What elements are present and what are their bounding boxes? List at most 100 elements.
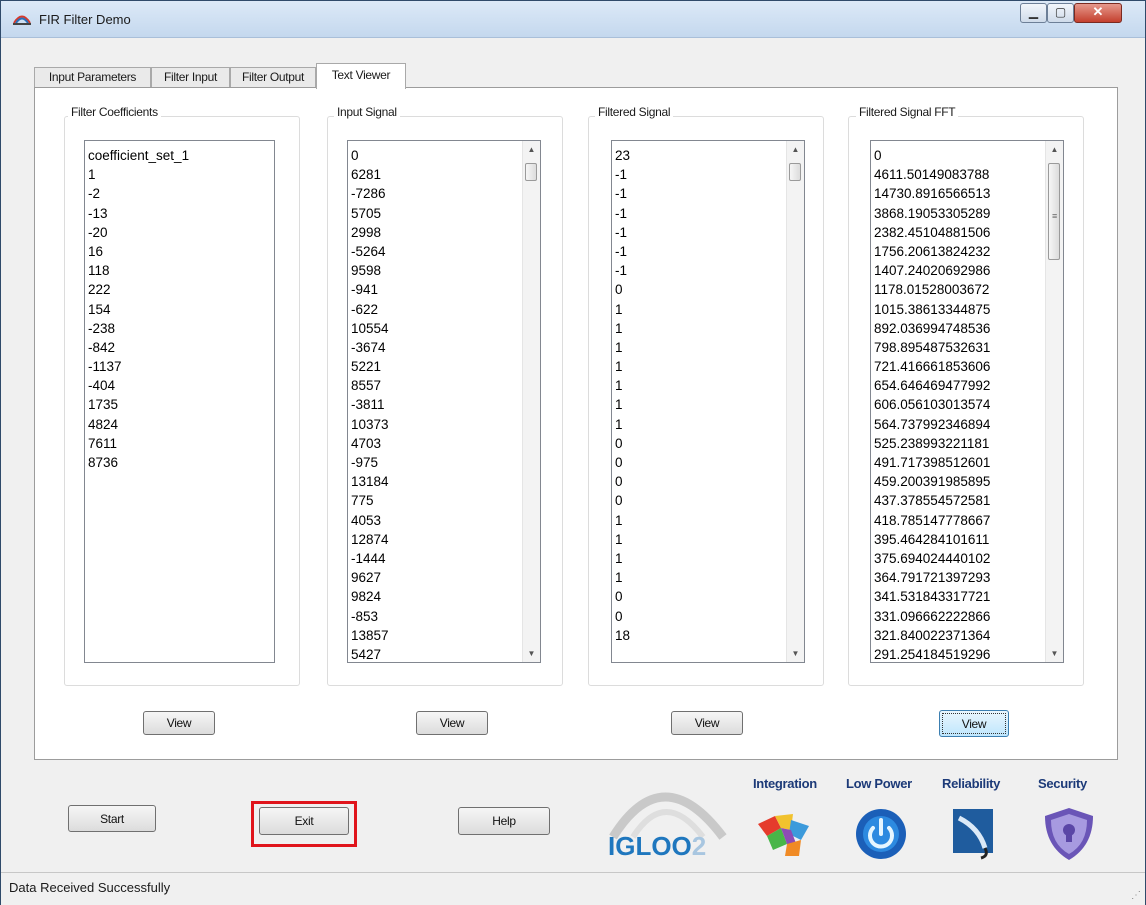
list-item[interactable]: -842 — [88, 338, 254, 357]
list-item[interactable]: 9824 — [351, 587, 520, 606]
list-item[interactable]: -1 — [615, 165, 784, 184]
tab-filter-output[interactable]: Filter Output — [230, 67, 316, 88]
list-item[interactable]: -13 — [88, 204, 254, 223]
list-item[interactable]: -238 — [88, 319, 254, 338]
list-item[interactable]: 23 — [615, 146, 784, 165]
list-item[interactable]: 1 — [88, 165, 254, 184]
list-item[interactable]: 1 — [615, 395, 784, 414]
list-item[interactable]: 4053 — [351, 511, 520, 530]
list-item[interactable]: -853 — [351, 607, 520, 626]
list-item[interactable]: 154 — [88, 300, 254, 319]
list-item[interactable]: -1 — [615, 184, 784, 203]
view-coefficients-button[interactable]: View — [143, 711, 215, 735]
list-item[interactable]: 459.200391985895 — [874, 472, 1043, 491]
list-item[interactable]: 1 — [615, 300, 784, 319]
maximize-button[interactable]: ▢ — [1047, 3, 1074, 23]
list-item[interactable]: 1 — [615, 338, 784, 357]
list-item[interactable]: -975 — [351, 453, 520, 472]
minimize-button[interactable]: ▁ — [1020, 3, 1047, 23]
list-item[interactable]: 0 — [615, 607, 784, 626]
list-item[interactable]: 0 — [615, 434, 784, 453]
list-item[interactable]: 721.416661853606 — [874, 357, 1043, 376]
list-item[interactable]: 1 — [615, 319, 784, 338]
list-item[interactable]: 222 — [88, 280, 254, 299]
list-item[interactable]: 775 — [351, 491, 520, 510]
list-item[interactable]: -3674 — [351, 338, 520, 357]
list-item[interactable]: 375.694024440102 — [874, 549, 1043, 568]
list-item[interactable]: 8736 — [88, 453, 254, 472]
list-item[interactable]: 5221 — [351, 357, 520, 376]
list-item[interactable]: 5427 — [351, 645, 520, 662]
list-item[interactable]: 1 — [615, 415, 784, 434]
list-item[interactable]: 4824 — [88, 415, 254, 434]
list-item[interactable]: -5264 — [351, 242, 520, 261]
list-item[interactable]: 892.036994748536 — [874, 319, 1043, 338]
list-item[interactable]: -404 — [88, 376, 254, 395]
list-item[interactable]: 8557 — [351, 376, 520, 395]
list-item[interactable]: coefficient_set_1 — [88, 146, 254, 165]
view-filtered-signal-button[interactable]: View — [671, 711, 743, 735]
scroll-thumb[interactable] — [525, 163, 537, 181]
list-item[interactable]: 1 — [615, 568, 784, 587]
list-item[interactable]: 395.464284101611 — [874, 530, 1043, 549]
list-item[interactable]: 1735 — [88, 395, 254, 414]
scroll-down-icon[interactable]: ▼ — [1046, 645, 1063, 662]
view-input-signal-button[interactable]: View — [416, 711, 488, 735]
scroll-up-icon[interactable]: ▲ — [523, 141, 540, 158]
list-item[interactable]: 1407.24020692986 — [874, 261, 1043, 280]
list-item[interactable]: 10554 — [351, 319, 520, 338]
filter-coefficients-list[interactable]: coefficient_set_1 1 -2 -13 -20 16 118 222 154 -23… — [84, 140, 275, 663]
list-item[interactable]: 0 — [615, 280, 784, 299]
list-item[interactable]: 0 — [615, 491, 784, 510]
help-button[interactable]: Help — [458, 807, 550, 835]
list-item[interactable]: 606.056103013574 — [874, 395, 1043, 414]
list-item[interactable]: 118 — [88, 261, 254, 280]
close-button[interactable]: ✕ — [1074, 3, 1122, 23]
list-item[interactable]: 0 — [615, 472, 784, 491]
list-item[interactable]: 0 — [615, 453, 784, 472]
list-item[interactable]: 1 — [615, 357, 784, 376]
list-item[interactable]: -941 — [351, 280, 520, 299]
list-item[interactable]: 364.791721397293 — [874, 568, 1043, 587]
list-item[interactable]: -1137 — [88, 357, 254, 376]
scroll-thumb[interactable] — [789, 163, 801, 181]
list-item[interactable]: 18 — [615, 626, 784, 645]
list-item[interactable]: 1 — [615, 530, 784, 549]
filtered-fft-scrollbar[interactable]: ▲ ≡ ▼ — [1045, 141, 1063, 662]
list-item[interactable]: 564.737992346894 — [874, 415, 1043, 434]
list-item[interactable]: 1 — [615, 376, 784, 395]
list-item[interactable]: 4611.50149083788 — [874, 165, 1043, 184]
list-item[interactable]: 9627 — [351, 568, 520, 587]
scroll-thumb[interactable]: ≡ — [1048, 163, 1060, 260]
list-item[interactable]: 4703 — [351, 434, 520, 453]
filtered-signal-list[interactable]: 23 -1 -1 -1 -1 -1 -1 0 1 1 1 1 1 1 1 0 0 0 0 1 1 1 1 0 0 18 ▲ ▼ — [611, 140, 805, 663]
list-item[interactable]: 9598 — [351, 261, 520, 280]
list-item[interactable]: 0 — [351, 146, 520, 165]
list-item[interactable]: 12874 — [351, 530, 520, 549]
list-item[interactable]: 437.378554572581 — [874, 491, 1043, 510]
scroll-up-icon[interactable]: ▲ — [1046, 141, 1063, 158]
list-item[interactable]: 798.895487532631 — [874, 338, 1043, 357]
list-item[interactable]: 525.238993221181 — [874, 434, 1043, 453]
list-item[interactable]: 7611 — [88, 434, 254, 453]
resize-grip-icon[interactable]: ⋰ — [1131, 890, 1141, 901]
list-item[interactable]: 1 — [615, 511, 784, 530]
list-item[interactable]: 1 — [615, 549, 784, 568]
list-item[interactable]: -1 — [615, 223, 784, 242]
list-item[interactable]: -1 — [615, 242, 784, 261]
list-item[interactable]: 418.785147778667 — [874, 511, 1043, 530]
input-signal-list[interactable]: 0 6281 -7286 5705 2998 -5264 9598 -941 -622 10554… — [347, 140, 541, 663]
list-item[interactable]: -20 — [88, 223, 254, 242]
scroll-down-icon[interactable]: ▼ — [787, 645, 804, 662]
list-item[interactable]: 341.531843317721 — [874, 587, 1043, 606]
list-item[interactable]: -1 — [615, 204, 784, 223]
list-item[interactable]: 14730.8916566513 — [874, 184, 1043, 203]
list-item[interactable]: 13857 — [351, 626, 520, 645]
list-item[interactable]: 16 — [88, 242, 254, 261]
list-item[interactable]: -3811 — [351, 395, 520, 414]
list-item[interactable]: 2382.45104881506 — [874, 223, 1043, 242]
list-item[interactable]: -1444 — [351, 549, 520, 568]
list-item[interactable]: 3868.19053305289 — [874, 204, 1043, 223]
list-item[interactable]: 0 — [874, 146, 1043, 165]
list-item[interactable]: -1 — [615, 261, 784, 280]
